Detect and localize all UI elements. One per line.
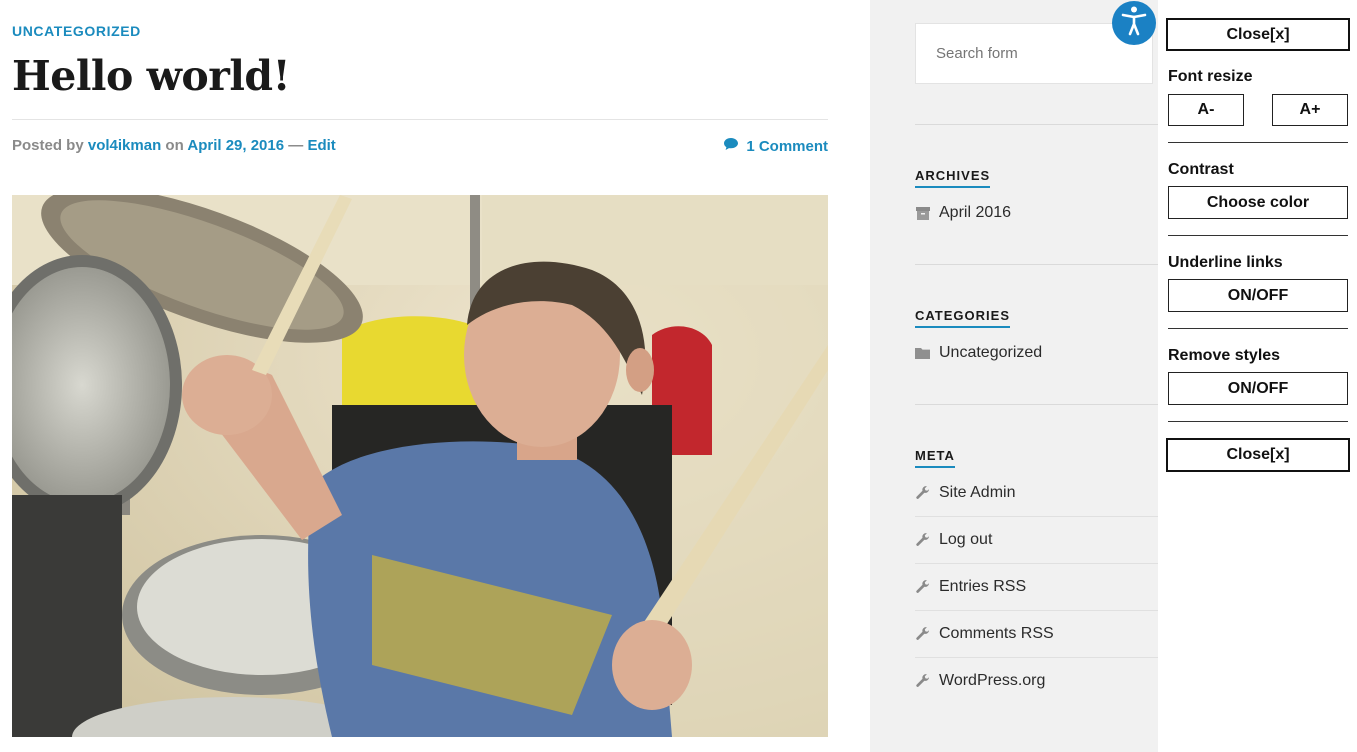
font-resize-label: Font resize <box>1168 68 1253 85</box>
featured-image <box>12 195 828 737</box>
title-divider <box>12 119 828 120</box>
author-link[interactable]: vol4ikman <box>88 137 161 154</box>
meta-item-label: Log out <box>939 531 993 548</box>
comments-count: 1 Comment <box>746 137 828 155</box>
close-panel-button-bottom[interactable]: Close[x] <box>1166 438 1350 472</box>
category-item-uncategorized[interactable]: Uncategorized <box>915 344 1158 362</box>
categories-heading: CATEGORIES <box>915 308 1010 328</box>
meta-separator <box>915 610 1158 611</box>
folder-icon <box>915 346 930 361</box>
sidebar: ARCHIVES April 2016 CATEGORIES Uncategor… <box>870 0 1160 752</box>
sidebar-divider <box>915 404 1158 405</box>
meta-item-label: WordPress.org <box>939 672 1046 689</box>
post-content: UNCATEGORIZED Hello world! Posted by vol… <box>0 0 870 752</box>
meta-separator <box>915 657 1158 658</box>
wrench-icon <box>915 674 930 689</box>
panel-divider <box>1168 235 1348 236</box>
archive-item-april-2016[interactable]: April 2016 <box>915 204 1158 222</box>
accessibility-person-icon <box>1121 6 1147 41</box>
font-decrease-button[interactable]: A- <box>1168 94 1244 126</box>
meta-item-label: Entries RSS <box>939 578 1027 595</box>
wrench-icon <box>915 533 930 548</box>
category-item-label: Uncategorized <box>939 344 1043 361</box>
post-title: Hello world! <box>12 52 291 100</box>
dash-text: — <box>288 137 304 154</box>
comments-link[interactable]: 1 Comment <box>723 137 828 155</box>
accessibility-toggle-button[interactable] <box>1112 1 1156 45</box>
choose-color-button[interactable]: Choose color <box>1168 186 1348 219</box>
accessibility-panel: Close[x] Font resize A- A+ Contrast Choo… <box>1158 0 1357 752</box>
meta-item-entries-rss[interactable]: Entries RSS <box>915 578 1158 596</box>
remove-styles-label: Remove styles <box>1168 347 1281 364</box>
meta-item-wordpress-org[interactable]: WordPress.org <box>915 672 1158 690</box>
meta-heading: META <box>915 448 955 468</box>
underline-links-label: Underline links <box>1168 254 1283 271</box>
post-meta: Posted by vol4ikman on April 29, 2016 — … <box>12 137 336 154</box>
panel-divider <box>1168 142 1348 143</box>
edit-link[interactable]: Edit <box>307 137 335 154</box>
category-link[interactable]: UNCATEGORIZED <box>12 23 141 39</box>
meta-separator <box>915 563 1158 564</box>
meta-item-site-admin[interactable]: Site Admin <box>915 484 1158 502</box>
wrench-icon <box>915 486 930 501</box>
posted-by-text: Posted by <box>12 137 84 154</box>
sidebar-divider <box>915 264 1158 265</box>
meta-item-label: Comments RSS <box>939 625 1054 642</box>
font-increase-button[interactable]: A+ <box>1272 94 1348 126</box>
panel-divider <box>1168 421 1348 422</box>
archives-heading: ARCHIVES <box>915 168 991 188</box>
wrench-icon <box>915 627 930 642</box>
meta-item-comments-rss[interactable]: Comments RSS <box>915 625 1158 643</box>
archive-item-label: April 2016 <box>939 204 1012 221</box>
underline-links-toggle[interactable]: ON/OFF <box>1168 279 1348 312</box>
meta-item-log-out[interactable]: Log out <box>915 531 1158 549</box>
comment-bubble-icon <box>723 137 739 155</box>
meta-item-label: Site Admin <box>939 484 1016 501</box>
wrench-icon <box>915 580 930 595</box>
date-link[interactable]: April 29, 2016 <box>187 137 284 154</box>
panel-divider <box>1168 328 1348 329</box>
remove-styles-toggle[interactable]: ON/OFF <box>1168 372 1348 405</box>
close-panel-button-top[interactable]: Close[x] <box>1166 18 1350 51</box>
contrast-label: Contrast <box>1168 161 1234 178</box>
sidebar-divider <box>915 124 1158 125</box>
on-text: on <box>165 137 184 154</box>
meta-separator <box>915 516 1158 517</box>
archive-box-icon <box>915 206 930 221</box>
